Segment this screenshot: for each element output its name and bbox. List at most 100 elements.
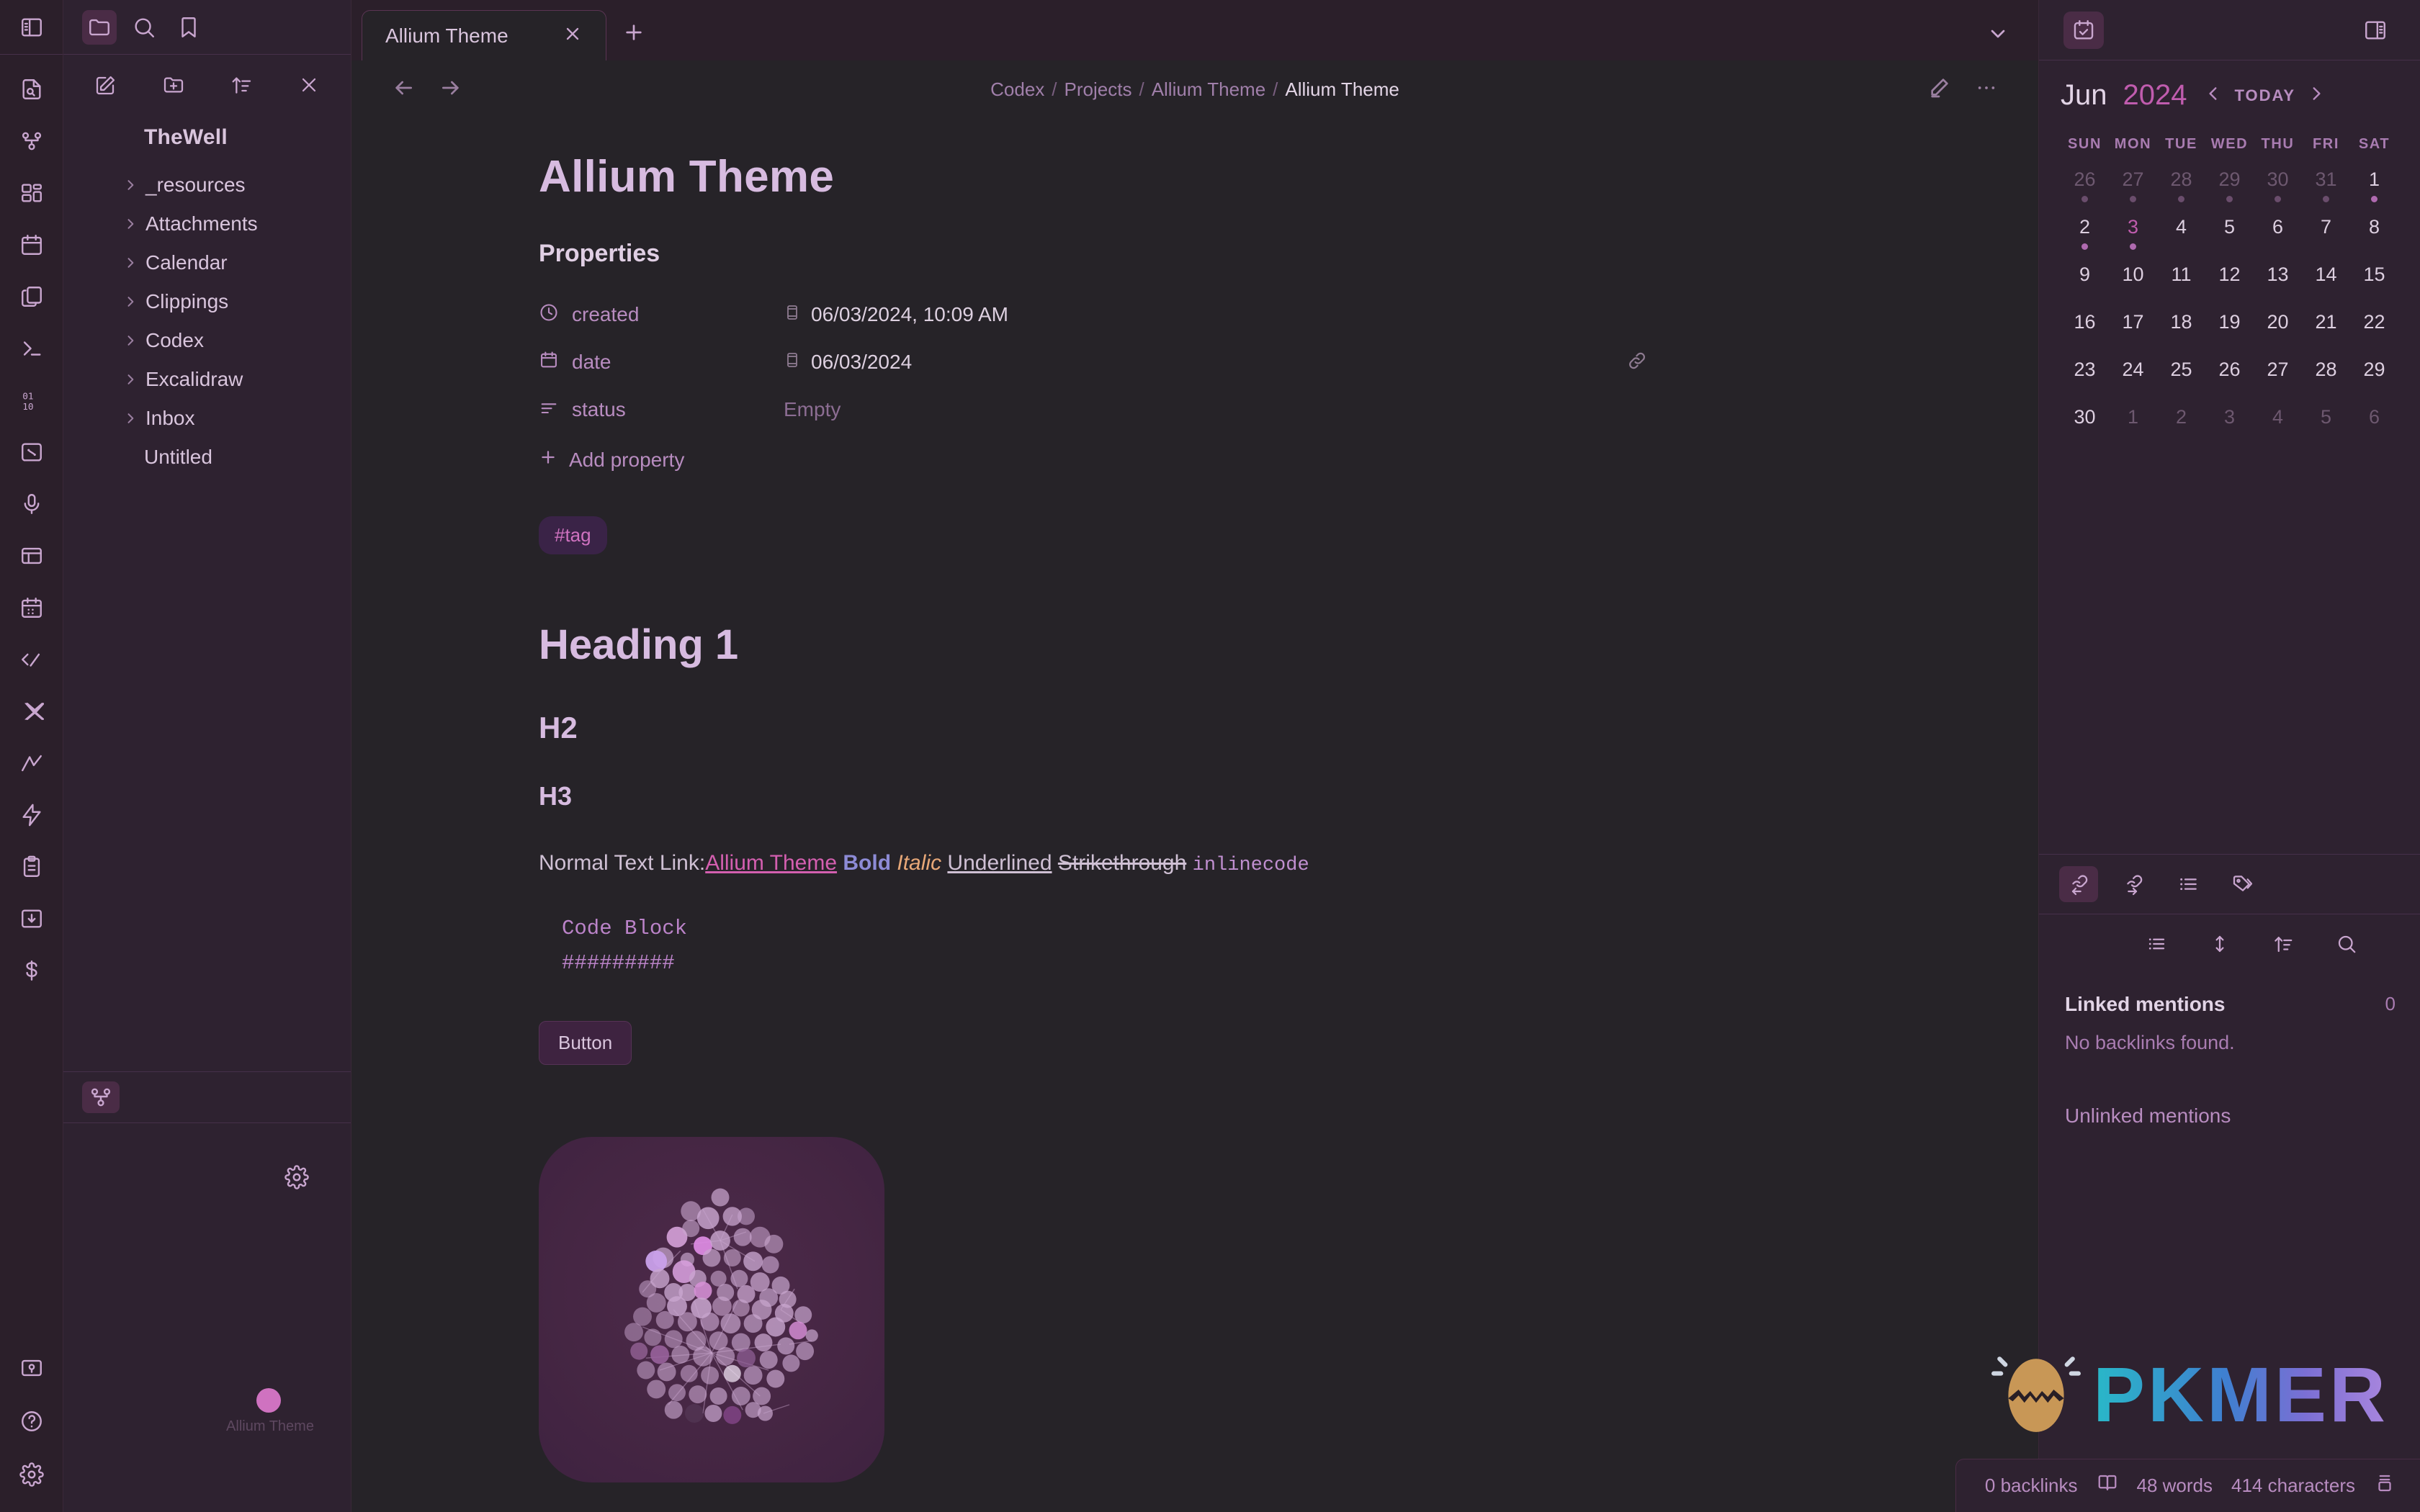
calendar-day[interactable]: 10 (2109, 264, 2157, 311)
copy-files-icon[interactable] (13, 278, 50, 315)
property-row-created[interactable]: created 06/03/2024, 10:09 AM (539, 291, 1965, 338)
tag-chip[interactable]: #tag (539, 516, 607, 554)
close-icon[interactable] (563, 24, 583, 48)
calendar-day[interactable]: 30 (2061, 406, 2109, 454)
folder-icon[interactable] (82, 9, 117, 45)
calendar-day[interactable]: 27 (2254, 359, 2302, 406)
activity-icon[interactable] (13, 744, 50, 782)
document-scroll[interactable]: Allium Theme Properties created 06/03/20… (351, 118, 2038, 1512)
calendar-day[interactable]: 8 (2350, 216, 2398, 264)
file-search-icon[interactable] (13, 71, 50, 108)
help-icon[interactable] (13, 1403, 50, 1440)
list-icon[interactable] (2146, 933, 2167, 958)
new-tab-icon[interactable] (622, 21, 645, 48)
scissors-icon[interactable] (13, 693, 50, 730)
calendar-day[interactable]: 22 (2350, 311, 2398, 359)
chevron-down-icon[interactable] (1986, 22, 2009, 49)
calendar-day[interactable]: 4 (2254, 406, 2302, 454)
internal-link[interactable]: Allium Theme (705, 851, 837, 875)
tree-item-clippings[interactable]: Clippings (63, 282, 351, 321)
calendar-day[interactable]: 12 (2205, 264, 2254, 311)
calendar-month[interactable]: Jun (2061, 79, 2107, 112)
breadcrumb-item-0[interactable]: Codex (990, 78, 1044, 101)
graph-icon[interactable] (13, 122, 50, 160)
breadcrumb-item-2[interactable]: Allium Theme (1152, 78, 1265, 101)
calendar-year[interactable]: 2024 (2123, 79, 2187, 112)
pencil-icon[interactable] (1927, 76, 1950, 103)
calendar-day[interactable]: 1 (2109, 406, 2157, 454)
tree-item-inbox[interactable]: Inbox (63, 399, 351, 438)
inline-button[interactable]: Button (539, 1020, 632, 1065)
gear-icon[interactable] (284, 1165, 309, 1193)
calendar-today-button[interactable]: TODAY (2234, 86, 2295, 105)
new-folder-icon[interactable] (162, 73, 185, 100)
property-row-date[interactable]: date 06/03/2024 (539, 338, 1965, 386)
calendar-day[interactable]: 2 (2061, 216, 2109, 264)
calendar-day[interactable]: 19 (2205, 311, 2254, 359)
local-graph-panel[interactable]: Allium Theme (63, 1123, 351, 1512)
calendar-day[interactable]: 23 (2061, 359, 2109, 406)
outline-icon[interactable] (2169, 866, 2208, 902)
calendar-day[interactable]: 28 (2302, 359, 2350, 406)
linked-mentions-row[interactable]: Linked mentions 0 (2039, 980, 2420, 1016)
calendar-day[interactable]: 3 (2109, 216, 2157, 264)
tags-icon[interactable] (2223, 866, 2262, 902)
calendar-day[interactable]: 1 (2350, 168, 2398, 216)
graph-icon[interactable] (82, 1081, 120, 1113)
calendar-day[interactable]: 16 (2061, 311, 2109, 359)
calendar-day[interactable]: 14 (2302, 264, 2350, 311)
calendar-day[interactable]: 20 (2254, 311, 2302, 359)
calendar-day[interactable]: 26 (2205, 359, 2254, 406)
calendar-day[interactable]: 5 (2302, 406, 2350, 454)
calendar-day[interactable]: 17 (2109, 311, 2157, 359)
vault-icon[interactable] (13, 1349, 50, 1387)
settings-icon[interactable] (13, 1456, 50, 1493)
calendar-day[interactable]: 28 (2157, 168, 2205, 216)
calendar-day[interactable]: 15 (2350, 264, 2398, 311)
add-property-button[interactable]: Add property (539, 448, 1965, 472)
property-key[interactable]: status (539, 397, 784, 423)
breadcrumb-item-1[interactable]: Projects (1065, 78, 1132, 101)
new-note-icon[interactable] (94, 73, 117, 100)
bookmark-icon[interactable] (171, 10, 206, 45)
calendar-day[interactable]: 3 (2205, 406, 2254, 454)
sidebar-toggle-icon[interactable] (13, 9, 50, 46)
property-row-status[interactable]: status Empty (539, 386, 1965, 433)
calendar-day[interactable]: 18 (2157, 311, 2205, 359)
forward-icon[interactable] (439, 76, 462, 103)
tree-item-untitled[interactable]: Untitled (63, 438, 351, 477)
calendar-icon[interactable] (13, 226, 50, 264)
status-words[interactable]: 48 words (2137, 1475, 2213, 1497)
calendar-day[interactable]: 31 (2302, 168, 2350, 216)
graph-node[interactable] (256, 1388, 281, 1413)
calendar-day[interactable]: 21 (2302, 311, 2350, 359)
calendar-check-icon[interactable] (2063, 11, 2104, 49)
calendar-day[interactable]: 2 (2157, 406, 2205, 454)
chevron-right-icon[interactable] (2307, 84, 2326, 107)
book-icon[interactable] (2097, 1472, 2118, 1499)
calendar-day[interactable]: 25 (2157, 359, 2205, 406)
canvas-icon[interactable] (13, 433, 50, 471)
property-key[interactable]: date (539, 350, 784, 375)
table-icon[interactable] (13, 537, 50, 575)
backlink-icon[interactable] (2059, 865, 2098, 902)
calendar-day[interactable]: 7 (2302, 216, 2350, 264)
calendar-day[interactable]: 5 (2205, 216, 2254, 264)
stack-icon[interactable] (2374, 1472, 2396, 1499)
calendar-day[interactable]: 29 (2350, 359, 2398, 406)
property-key[interactable]: created (539, 302, 784, 328)
zap-icon[interactable] (13, 796, 50, 834)
calendar-day[interactable]: 26 (2061, 168, 2109, 216)
microphone-icon[interactable] (13, 485, 50, 523)
status-backlinks[interactable]: 0 backlinks (1985, 1475, 2078, 1497)
terminal-icon[interactable] (13, 330, 50, 367)
sort-icon[interactable] (2272, 933, 2294, 958)
property-value[interactable]: 06/03/2024, 10:09 AM (784, 303, 1008, 326)
tree-item-codex[interactable]: Codex (63, 321, 351, 360)
tab-allium-theme[interactable]: Allium Theme (362, 10, 606, 60)
sort-icon[interactable] (230, 73, 253, 100)
calendar-day[interactable]: 9 (2061, 264, 2109, 311)
calendar-day[interactable]: 6 (2350, 406, 2398, 454)
calendar-day[interactable]: 29 (2205, 168, 2254, 216)
tree-item-excalidraw[interactable]: Excalidraw (63, 360, 351, 399)
